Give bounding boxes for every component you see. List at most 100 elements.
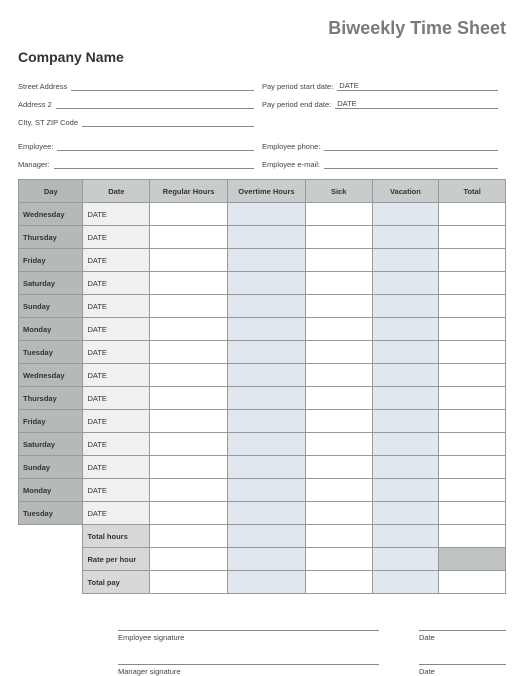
manager-date-line[interactable]: Date — [419, 664, 506, 676]
overtime-cell[interactable] — [228, 295, 306, 318]
date-cell[interactable]: DATE — [83, 433, 150, 456]
regular-cell[interactable] — [150, 318, 228, 341]
vacation-cell[interactable] — [372, 203, 439, 226]
summary-vacation[interactable] — [372, 525, 439, 548]
sick-cell[interactable] — [305, 318, 372, 341]
summary-regular[interactable] — [150, 571, 228, 594]
summary-sick[interactable] — [305, 525, 372, 548]
date-cell[interactable]: DATE — [83, 364, 150, 387]
col-day: Day — [19, 180, 83, 203]
regular-cell[interactable] — [150, 456, 228, 479]
day-cell: Tuesday — [19, 341, 83, 364]
sick-cell[interactable] — [305, 433, 372, 456]
street-input[interactable] — [71, 81, 254, 91]
overtime-cell[interactable] — [228, 479, 306, 502]
regular-cell[interactable] — [150, 433, 228, 456]
employee-signature-line[interactable]: Employee signature — [118, 630, 379, 642]
vacation-cell[interactable] — [372, 387, 439, 410]
summary-sick[interactable] — [305, 571, 372, 594]
vacation-cell[interactable] — [372, 433, 439, 456]
sick-cell[interactable] — [305, 226, 372, 249]
sick-cell[interactable] — [305, 387, 372, 410]
summary-regular[interactable] — [150, 525, 228, 548]
sick-cell[interactable] — [305, 203, 372, 226]
regular-cell[interactable] — [150, 479, 228, 502]
overtime-cell[interactable] — [228, 456, 306, 479]
overtime-cell[interactable] — [228, 249, 306, 272]
date-cell[interactable]: DATE — [83, 502, 150, 525]
date-cell[interactable]: DATE — [83, 341, 150, 364]
overtime-cell[interactable] — [228, 364, 306, 387]
vacation-cell[interactable] — [372, 502, 439, 525]
date-cell[interactable]: DATE — [83, 387, 150, 410]
vacation-cell[interactable] — [372, 410, 439, 433]
overtime-cell[interactable] — [228, 318, 306, 341]
email-input[interactable] — [324, 159, 498, 169]
summary-regular[interactable] — [150, 548, 228, 571]
sick-cell[interactable] — [305, 272, 372, 295]
period-end-input[interactable]: DATE — [335, 99, 498, 109]
regular-cell[interactable] — [150, 295, 228, 318]
manager-signature-line[interactable]: Manager signature — [118, 664, 379, 676]
sick-cell[interactable] — [305, 364, 372, 387]
table-row: MondayDATE — [19, 479, 506, 502]
date-cell[interactable]: DATE — [83, 479, 150, 502]
summary-overtime[interactable] — [228, 548, 306, 571]
overtime-cell[interactable] — [228, 387, 306, 410]
col-total: Total — [439, 180, 506, 203]
regular-cell[interactable] — [150, 387, 228, 410]
regular-cell[interactable] — [150, 203, 228, 226]
vacation-cell[interactable] — [372, 364, 439, 387]
employee-date-line[interactable]: Date — [419, 630, 506, 642]
date-cell[interactable]: DATE — [83, 226, 150, 249]
employee-input[interactable] — [57, 141, 254, 151]
manager-input[interactable] — [54, 159, 254, 169]
address2-input[interactable] — [56, 99, 254, 109]
vacation-cell[interactable] — [372, 226, 439, 249]
sick-cell[interactable] — [305, 410, 372, 433]
date-cell[interactable]: DATE — [83, 410, 150, 433]
regular-cell[interactable] — [150, 410, 228, 433]
regular-cell[interactable] — [150, 341, 228, 364]
date-cell[interactable]: DATE — [83, 249, 150, 272]
summary-overtime[interactable] — [228, 525, 306, 548]
phone-input[interactable] — [324, 141, 498, 151]
overtime-cell[interactable] — [228, 410, 306, 433]
sick-cell[interactable] — [305, 249, 372, 272]
regular-cell[interactable] — [150, 364, 228, 387]
overtime-cell[interactable] — [228, 226, 306, 249]
city-st-zip-input[interactable] — [82, 117, 254, 127]
vacation-cell[interactable] — [372, 295, 439, 318]
vacation-cell[interactable] — [372, 318, 439, 341]
date-cell[interactable]: DATE — [83, 295, 150, 318]
regular-cell[interactable] — [150, 226, 228, 249]
overtime-cell[interactable] — [228, 203, 306, 226]
total-cell — [439, 226, 506, 249]
vacation-cell[interactable] — [372, 249, 439, 272]
vacation-cell[interactable] — [372, 272, 439, 295]
date-cell[interactable]: DATE — [83, 456, 150, 479]
regular-cell[interactable] — [150, 249, 228, 272]
summary-vacation[interactable] — [372, 571, 439, 594]
period-start-input[interactable]: DATE — [337, 81, 498, 91]
sick-cell[interactable] — [305, 479, 372, 502]
vacation-cell[interactable] — [372, 456, 439, 479]
date-cell[interactable]: DATE — [83, 272, 150, 295]
overtime-cell[interactable] — [228, 341, 306, 364]
overtime-cell[interactable] — [228, 272, 306, 295]
summary-sick[interactable] — [305, 548, 372, 571]
regular-cell[interactable] — [150, 272, 228, 295]
date-cell[interactable]: DATE — [83, 203, 150, 226]
date-cell[interactable]: DATE — [83, 318, 150, 341]
overtime-cell[interactable] — [228, 433, 306, 456]
sick-cell[interactable] — [305, 456, 372, 479]
summary-overtime[interactable] — [228, 571, 306, 594]
vacation-cell[interactable] — [372, 479, 439, 502]
sick-cell[interactable] — [305, 341, 372, 364]
sick-cell[interactable] — [305, 295, 372, 318]
regular-cell[interactable] — [150, 502, 228, 525]
overtime-cell[interactable] — [228, 502, 306, 525]
vacation-cell[interactable] — [372, 341, 439, 364]
sick-cell[interactable] — [305, 502, 372, 525]
summary-vacation[interactable] — [372, 548, 439, 571]
